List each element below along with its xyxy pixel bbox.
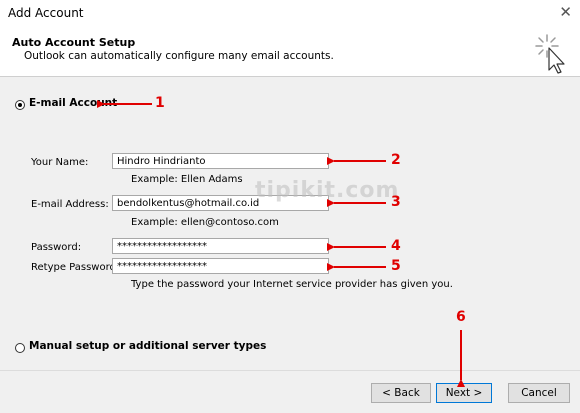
annotation-1: 1 (155, 95, 165, 111)
annotation-2: 2 (391, 152, 401, 168)
annotation-6: 6 (456, 309, 466, 325)
annotation-4: 4 (391, 238, 401, 254)
annotation-5: 5 (391, 258, 401, 274)
annotation-3: 3 (391, 194, 401, 210)
annotation-arrows (97, 100, 465, 387)
